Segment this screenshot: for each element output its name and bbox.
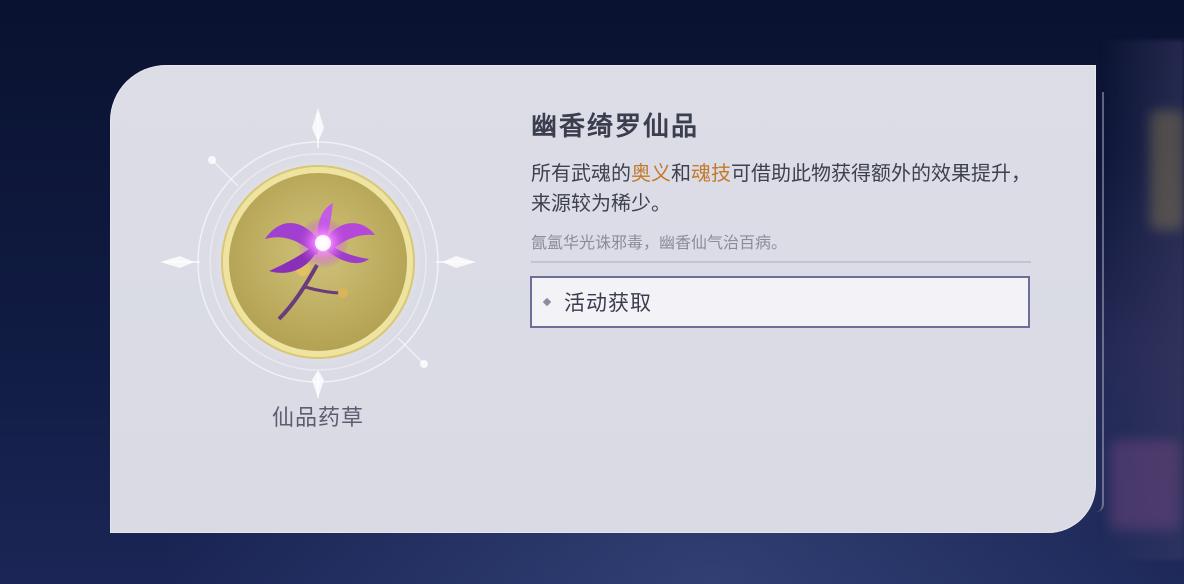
diamond-bullet-icon <box>542 297 552 307</box>
background-blob <box>1110 440 1180 530</box>
purple-flower-icon <box>265 203 375 321</box>
description-text: 和 <box>671 161 691 185</box>
description-text: 所有武魂的 <box>531 161 631 185</box>
source-label: 活动获取 <box>564 291 652 315</box>
keyword-highlight: 魂技 <box>691 161 731 185</box>
item-name: 仙品药草 <box>271 406 364 431</box>
item-description: 所有武魂的奥义和魂技可借助此物获得额外的效果提升，来源较为稀少。 <box>531 158 1036 218</box>
flavor-text: 氤氲华光诛邪毒，幽香仙气治百病。 <box>531 233 788 252</box>
item-title: 幽香绮罗仙品 <box>531 112 700 142</box>
background-blob <box>1150 110 1184 230</box>
divider <box>531 261 1031 263</box>
item-icon-frame <box>229 173 407 351</box>
card-edge-line <box>1096 92 1104 512</box>
keyword-highlight: 奥义 <box>631 161 671 185</box>
source-button[interactable]: 活动获取 <box>530 276 1030 328</box>
